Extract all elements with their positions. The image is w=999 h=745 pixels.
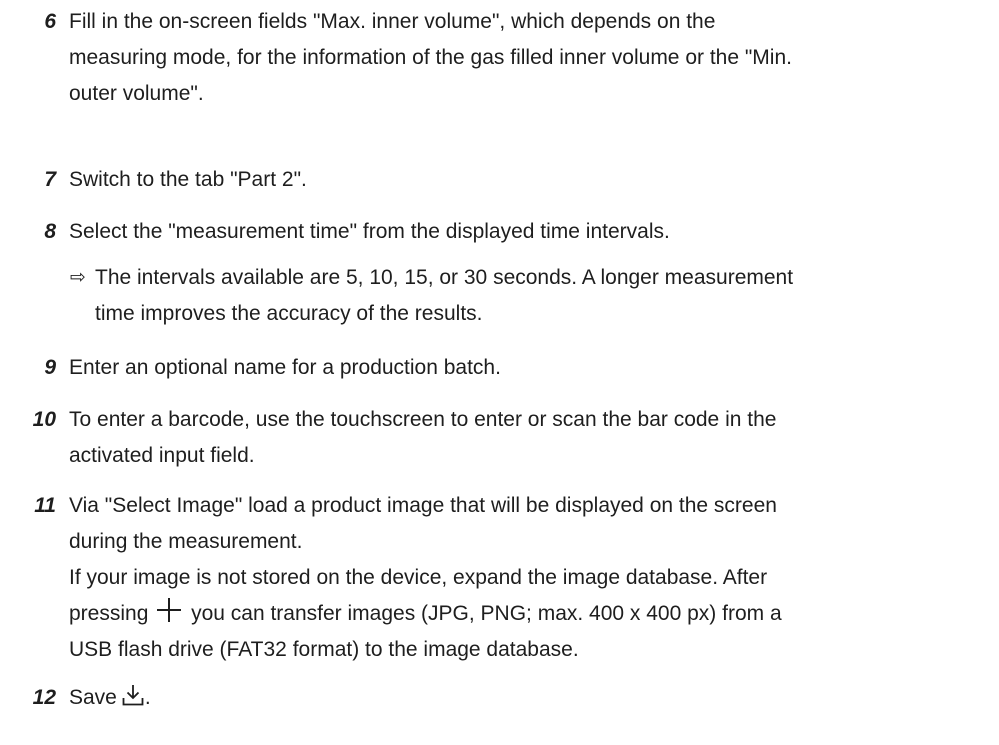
step-line: USB flash drive (FAT32 format) to the im…	[69, 638, 579, 661]
step-text: Switch to the tab "Part 2".	[69, 162, 979, 198]
result-line: time improves the accuracy of the result…	[95, 302, 483, 325]
step-number: 11	[34, 494, 56, 517]
step-line-part: .	[144, 686, 151, 709]
step-line: Via "Select Image" load a product image …	[69, 494, 777, 517]
step-text: Via "Select Image" load a product image …	[69, 488, 979, 668]
step-number: 7	[44, 168, 56, 191]
instruction-page: 6 Fill in the on-screen fields "Max. inn…	[0, 0, 999, 745]
result-line: The intervals available are 5, 10, 15, o…	[95, 266, 794, 289]
step-text: Select the "measurement time" from the d…	[69, 214, 979, 250]
result-text: The intervals available are 5, 10, 15, o…	[95, 260, 975, 332]
step-number: 8	[44, 220, 56, 243]
step-text: To enter a barcode, use the touchscreen …	[69, 402, 979, 474]
step-text: Save.	[69, 680, 979, 719]
step-line-part: pressing	[69, 602, 149, 625]
step-number: 9	[44, 356, 56, 379]
step-number: 10	[32, 408, 56, 431]
step-line: measuring mode, for the information of t…	[69, 46, 792, 69]
save-download-icon	[121, 683, 145, 719]
result-arrow-icon: ⇨	[70, 267, 86, 288]
step-number: 6	[44, 10, 56, 33]
step-text: Fill in the on-screen fields "Max. inner…	[69, 4, 979, 112]
step-line: Enter an optional name for a production …	[69, 356, 501, 379]
step-line: outer volume".	[69, 82, 204, 105]
step-line: Select the "measurement time" from the d…	[69, 220, 670, 243]
step-line: Switch to the tab "Part 2".	[69, 168, 307, 191]
step-line: pressing you can transfer images (JPG, P…	[69, 596, 979, 632]
step-line-part: you can transfer images (JPG, PNG; max. …	[191, 602, 782, 625]
step-number: 12	[32, 686, 56, 709]
step-line: during the measurement.	[69, 530, 303, 553]
step-line: To enter a barcode, use the touchscreen …	[69, 408, 777, 431]
step-line: Fill in the on-screen fields "Max. inner…	[69, 10, 716, 33]
step-text: Enter an optional name for a production …	[69, 350, 979, 386]
step-line-part: Save	[69, 686, 117, 709]
step-line: If your image is not stored on the devic…	[69, 566, 768, 589]
step-line: activated input field.	[69, 444, 255, 467]
plus-icon	[157, 598, 182, 622]
